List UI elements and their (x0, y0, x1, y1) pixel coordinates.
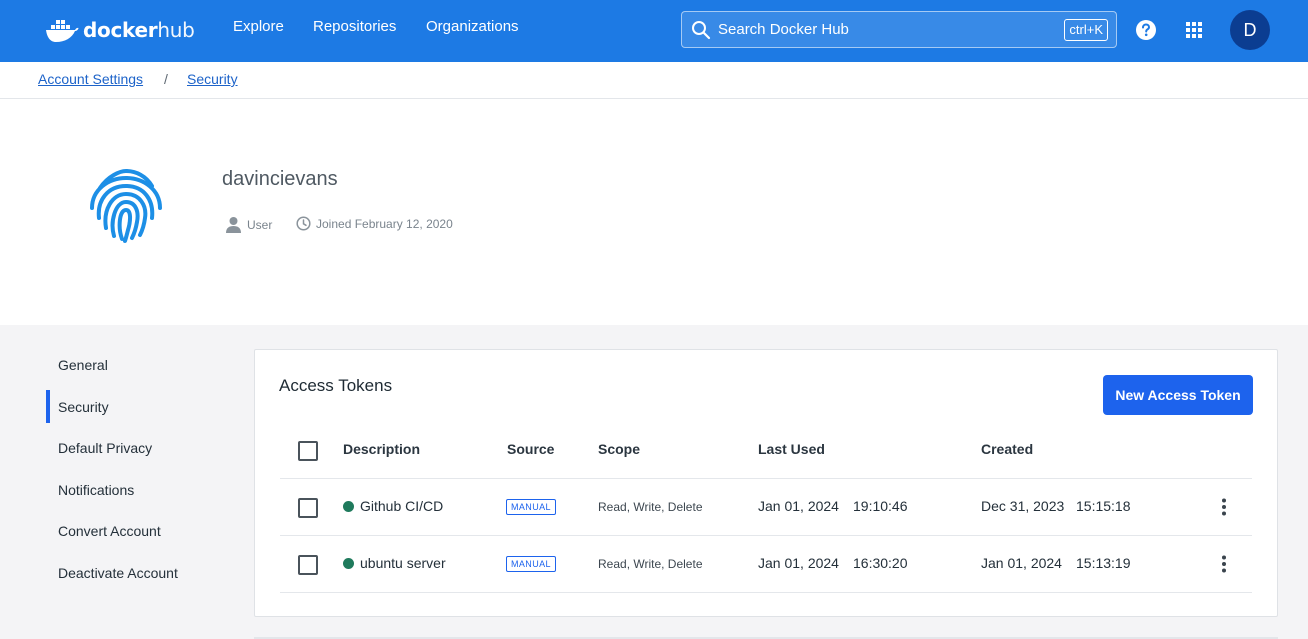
sidebar-item-general[interactable]: General (58, 357, 108, 373)
search-icon (692, 21, 711, 40)
sidebar-item-default-privacy[interactable]: Default Privacy (58, 440, 152, 456)
token-description: ubuntu server (360, 555, 446, 571)
clock-icon (296, 216, 311, 231)
logo-word-hub: hub (157, 18, 195, 42)
source-badge: MANUAL (506, 499, 556, 515)
docker-whale-icon (46, 20, 79, 42)
nav-link-repositories[interactable]: Repositories (313, 18, 396, 35)
profile-username: davincievans (222, 168, 338, 190)
status-active-dot (343, 558, 354, 569)
profile-joined-label: Joined February 12, 2020 (316, 216, 453, 231)
top-nav-bar: dockerhub Explore Repositories Organizat… (0, 0, 1308, 62)
column-header-created: Created (981, 441, 1034, 457)
last-used-date: Jan 01, 2024 (758, 498, 839, 514)
table-row-divider (280, 592, 1252, 593)
row-more-options-icon[interactable] (1216, 498, 1232, 516)
select-all-checkbox[interactable] (298, 441, 318, 461)
logo-word-docker: docker (83, 18, 158, 42)
created-date: Jan 01, 2024 (981, 555, 1062, 571)
column-header-scope: Scope (598, 441, 641, 457)
column-header-description: Description (343, 441, 421, 457)
sidebar-item-convert-account[interactable]: Convert Account (58, 523, 161, 539)
apps-grid-icon[interactable] (1186, 22, 1202, 38)
last-used-date: Jan 01, 2024 (758, 555, 839, 571)
breadcrumb: Account Settings / Security (0, 62, 1308, 99)
source-badge: MANUAL (506, 556, 556, 572)
docker-hub-logo[interactable]: dockerhub (45, 14, 195, 46)
help-icon[interactable] (1136, 20, 1156, 40)
sidebar-item-security[interactable]: Security (58, 399, 109, 415)
nav-link-explore[interactable]: Explore (233, 18, 284, 35)
new-access-token-button[interactable]: New Access Token (1103, 375, 1253, 415)
user-avatar[interactable]: D (1230, 10, 1270, 50)
status-active-dot (343, 501, 354, 512)
profile-joined: Joined February 12, 2020 (296, 216, 453, 231)
sidebar-item-notifications[interactable]: Notifications (58, 482, 134, 498)
search-input[interactable] (718, 12, 1048, 47)
table-row-divider (280, 478, 1252, 479)
search-box: ctrl+K (681, 11, 1117, 48)
created-time: 15:13:19 (1076, 555, 1131, 571)
breadcrumb-security[interactable]: Security (187, 71, 238, 87)
fingerprint-icon (90, 168, 162, 243)
search-shortcut-hint: ctrl+K (1064, 19, 1108, 41)
column-header-last-used: Last Used (758, 441, 825, 457)
column-header-source: Source (507, 441, 555, 457)
user-icon (226, 217, 241, 233)
token-description: Github CI/CD (360, 498, 444, 514)
sidebar-item-deactivate-account[interactable]: Deactivate Account (58, 565, 178, 581)
logo-wordmark: dockerhub (83, 18, 195, 42)
row-checkbox[interactable] (298, 498, 318, 518)
table-row-divider (280, 535, 1252, 536)
last-used-time: 16:30:20 (853, 555, 908, 571)
profile-role: User (225, 216, 272, 233)
last-used-time: 19:10:46 (853, 498, 908, 514)
token-scope: Read, Write, Delete (598, 500, 703, 514)
nav-link-organizations[interactable]: Organizations (426, 18, 519, 35)
created-date: Dec 31, 2023 (981, 498, 1065, 514)
row-more-options-icon[interactable] (1216, 555, 1232, 573)
profile-role-label: User (247, 217, 273, 232)
row-checkbox[interactable] (298, 555, 318, 575)
token-scope: Read, Write, Delete (598, 557, 703, 571)
access-tokens-title: Access Tokens (279, 376, 393, 395)
sidebar-active-indicator (46, 390, 50, 423)
breadcrumb-separator: / (164, 71, 168, 87)
created-time: 15:15:18 (1076, 498, 1131, 514)
breadcrumb-account-settings[interactable]: Account Settings (38, 71, 143, 87)
